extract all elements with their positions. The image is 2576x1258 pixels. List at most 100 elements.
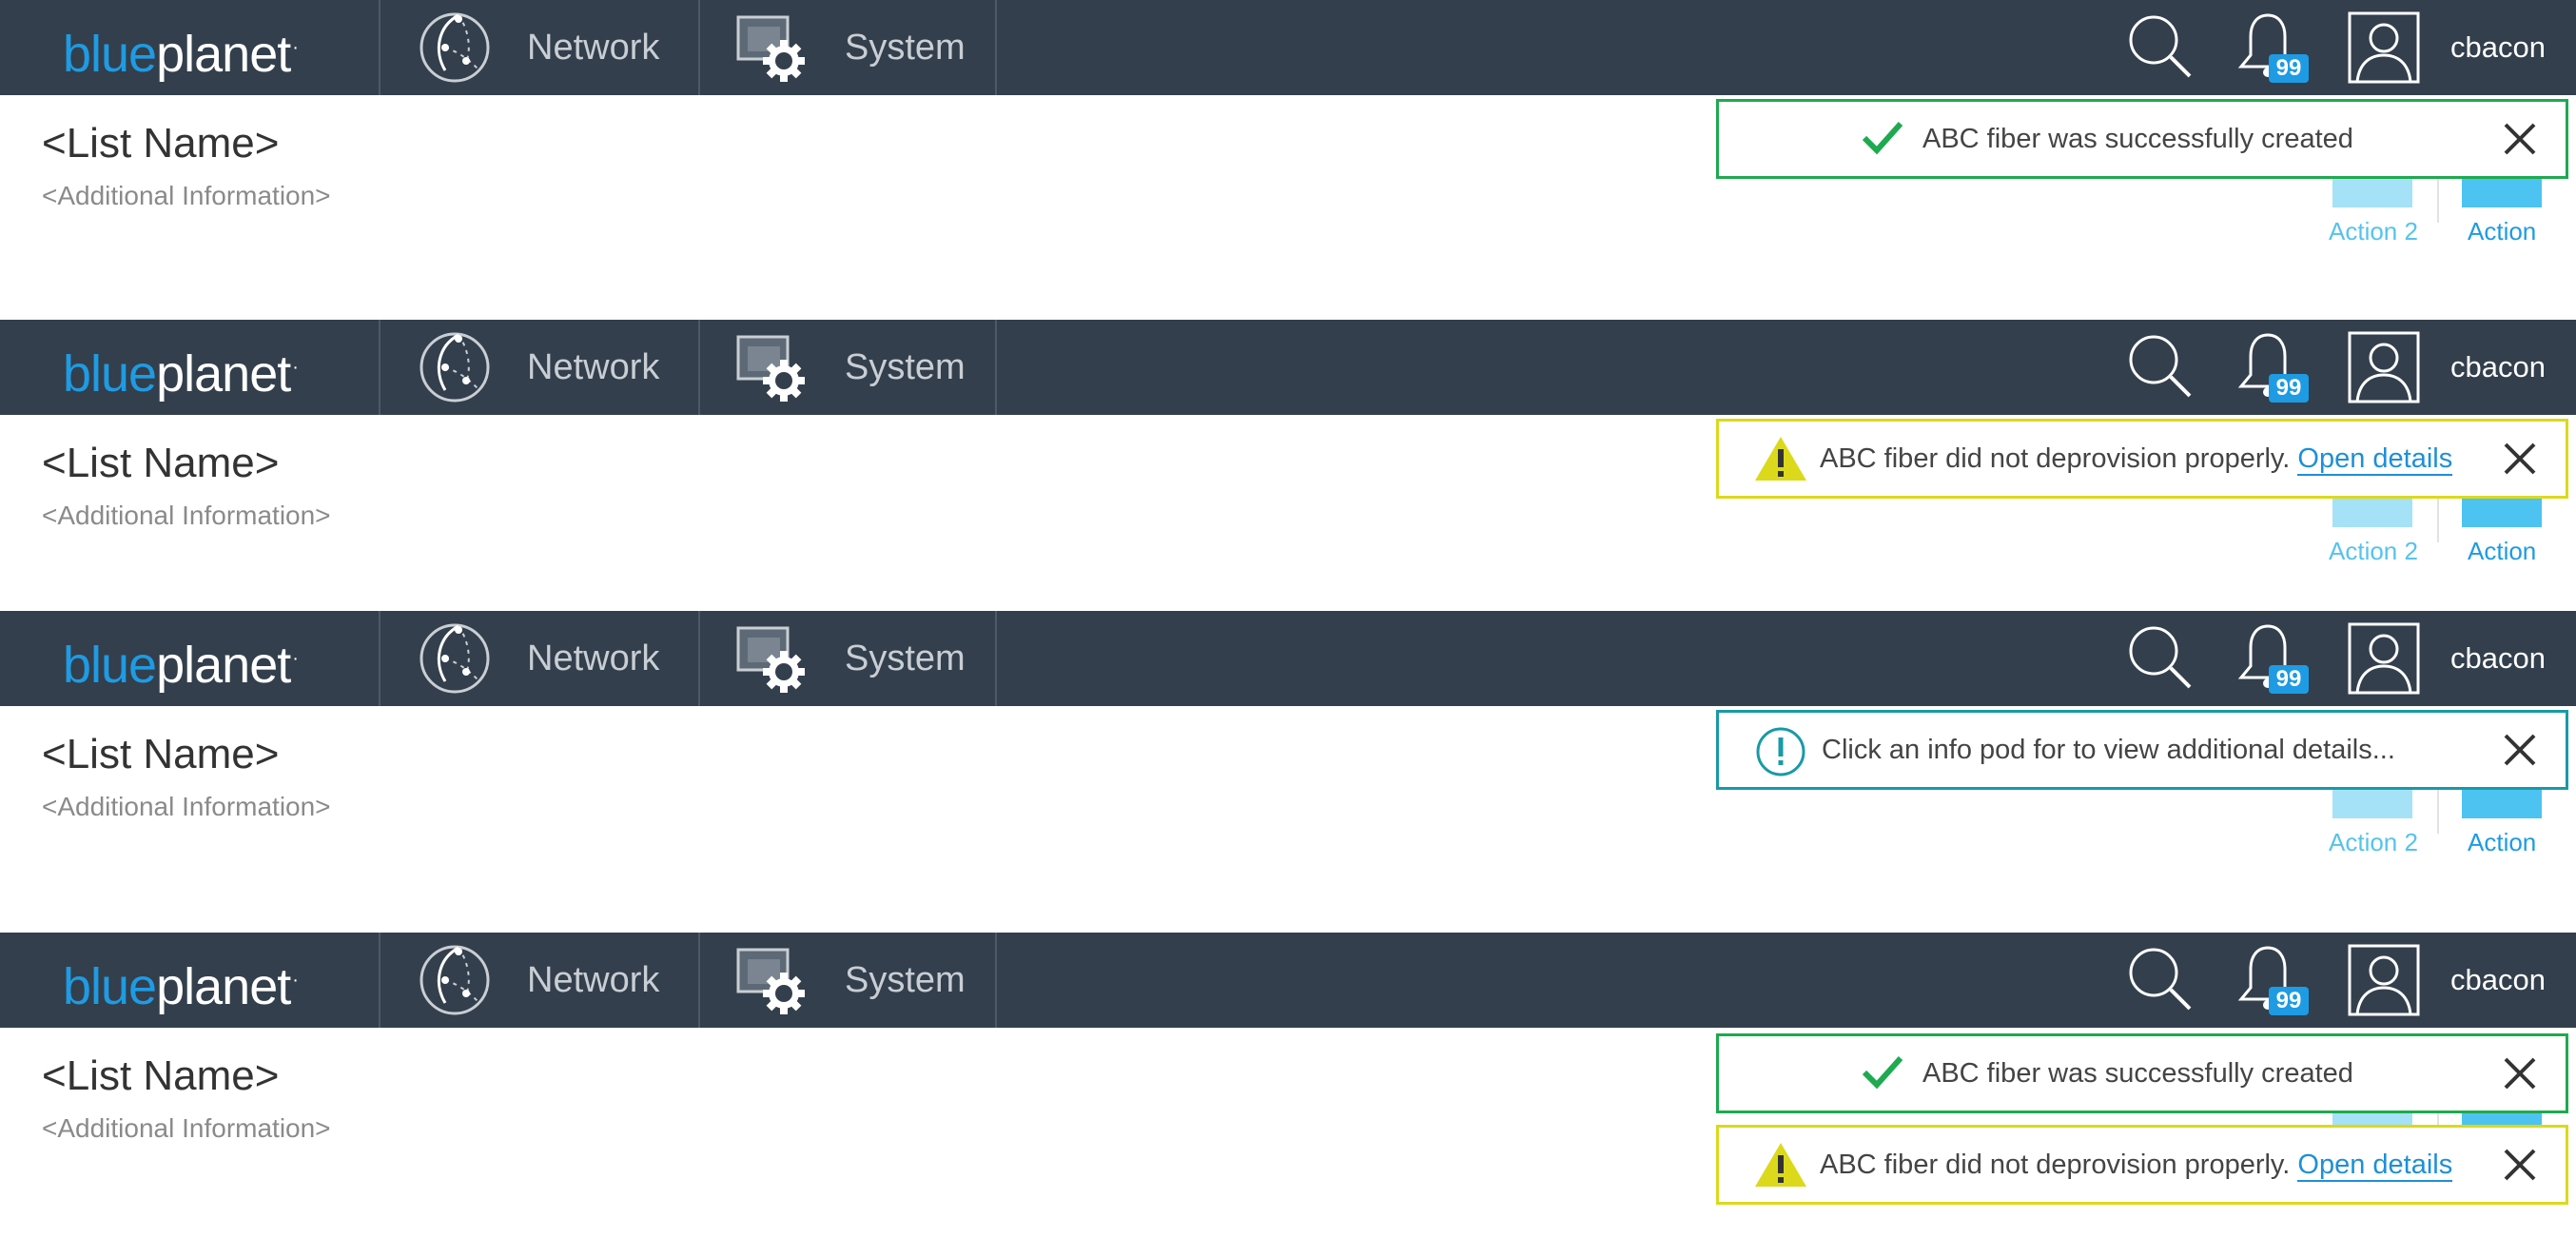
system-gear-icon xyxy=(736,948,805,1014)
search-icon[interactable] xyxy=(2123,620,2199,697)
nav-divider xyxy=(995,933,997,1028)
nav-label-system: System xyxy=(845,346,966,387)
toast-message: ABC fiber was successfully created xyxy=(1922,124,2353,154)
search-icon[interactable] xyxy=(2123,10,2199,86)
system-gear-icon xyxy=(736,626,805,693)
checkmark-icon xyxy=(1862,1056,1903,1090)
top-nav-bar: blueplanet · Network System 99 cbacon xyxy=(0,933,2576,1028)
notification-count-badge: 99 xyxy=(2269,987,2309,1015)
username-label[interactable]: cbacon xyxy=(2450,320,2546,415)
warning-toast: ABC fiber did not deprovision properly. … xyxy=(1716,419,2568,499)
nav-item-system[interactable]: System xyxy=(734,320,966,415)
page-subtitle: <Additional Information> xyxy=(42,1113,331,1143)
close-icon[interactable] xyxy=(2503,1056,2537,1091)
nav-item-network[interactable]: Network xyxy=(417,611,659,706)
network-globe-icon xyxy=(420,332,490,403)
page-title: <List Name> xyxy=(42,1052,280,1099)
page-title: <List Name> xyxy=(42,120,280,167)
system-gear-icon xyxy=(736,335,805,402)
nav-item-system[interactable]: System xyxy=(734,611,966,706)
top-nav-bar: blueplanet · Network System 99 cbacon xyxy=(0,320,2576,415)
notification-count-badge: 99 xyxy=(2269,54,2309,83)
nav-divider xyxy=(379,0,381,95)
action2-label[interactable]: Action 2 xyxy=(2329,217,2418,246)
page-title: <List Name> xyxy=(42,731,280,777)
screen-variant-1: blueplanet · Network System 99 cbacon <L… xyxy=(0,0,2576,325)
warning-triangle-icon xyxy=(1755,437,1806,481)
action2-label[interactable]: Action 2 xyxy=(2329,537,2418,566)
nav-divider xyxy=(995,0,997,95)
nav-label-network: Network xyxy=(527,638,660,678)
username-label[interactable]: cbacon xyxy=(2450,933,2546,1028)
nav-divider xyxy=(995,320,997,415)
toast-message: ABC fiber did not deprovision properly. … xyxy=(1820,443,2453,476)
top-nav-bar: blueplanet · Network System 99 cbacon xyxy=(0,611,2576,706)
nav-item-system[interactable]: System xyxy=(734,933,966,1028)
user-avatar-icon[interactable] xyxy=(2346,620,2422,697)
success-toast: ABC fiber was successfully created xyxy=(1716,1033,2568,1113)
page-title: <List Name> xyxy=(42,440,280,486)
action2-label[interactable]: Action 2 xyxy=(2329,828,2418,857)
nav-item-network[interactable]: Network xyxy=(417,0,659,95)
nav-item-system[interactable]: System xyxy=(734,0,966,95)
screen-variant-2: blueplanet · Network System 99 cbacon <L… xyxy=(0,320,2576,645)
action-label[interactable]: Action xyxy=(2468,537,2536,566)
nav-item-network[interactable]: Network xyxy=(417,933,659,1028)
blueplanet-logo[interactable]: blueplanet · xyxy=(63,953,299,1013)
system-gear-icon xyxy=(736,15,805,82)
nav-label-system: System xyxy=(845,27,966,68)
username-label[interactable]: cbacon xyxy=(2450,0,2546,95)
checkmark-icon xyxy=(1862,122,1903,155)
nav-divider xyxy=(698,320,700,415)
success-toast: ABC fiber was successfully created xyxy=(1716,99,2568,179)
close-icon[interactable] xyxy=(2503,733,2537,767)
blueplanet-logo[interactable]: blueplanet · xyxy=(63,21,299,81)
open-details-link[interactable]: Open details xyxy=(2297,443,2453,476)
warning-triangle-icon xyxy=(1755,1143,1806,1187)
notification-count-badge: 99 xyxy=(2269,665,2309,694)
nav-divider xyxy=(379,320,381,415)
user-avatar-icon[interactable] xyxy=(2346,942,2422,1018)
info-circle-icon xyxy=(1756,727,1805,776)
user-avatar-icon[interactable] xyxy=(2346,10,2422,86)
network-globe-icon xyxy=(420,945,490,1015)
blueplanet-logo[interactable]: blueplanet · xyxy=(63,632,299,692)
username-label[interactable]: cbacon xyxy=(2450,611,2546,706)
toast-message: Click an info pod for to view additional… xyxy=(1822,735,2395,765)
warning-toast: ABC fiber did not deprovision properly. … xyxy=(1716,1125,2568,1205)
nav-divider xyxy=(995,611,997,706)
page-subtitle: <Additional Information> xyxy=(42,181,331,210)
action-label[interactable]: Action xyxy=(2468,828,2536,857)
search-icon[interactable] xyxy=(2123,942,2199,1018)
search-icon[interactable] xyxy=(2123,329,2199,405)
toast-message: ABC fiber did not deprovision properly. … xyxy=(1820,1150,2453,1182)
nav-label-system: System xyxy=(845,638,966,678)
network-globe-icon xyxy=(420,623,490,694)
nav-label-system: System xyxy=(845,959,966,1000)
toast-message: ABC fiber was successfully created xyxy=(1922,1058,2353,1089)
screen-variant-4: blueplanet · Network System 99 cbacon <L… xyxy=(0,933,2576,1258)
action-label[interactable]: Action xyxy=(2468,217,2536,246)
nav-label-network: Network xyxy=(527,346,660,387)
nav-divider xyxy=(379,933,381,1028)
info-toast: Click an info pod for to view additional… xyxy=(1716,710,2568,790)
nav-item-network[interactable]: Network xyxy=(417,320,659,415)
nav-label-network: Network xyxy=(527,959,660,1000)
top-nav-bar: blueplanet · Network System 99 cbacon xyxy=(0,0,2576,95)
screen-variant-3: blueplanet · Network System 99 cbacon <L… xyxy=(0,611,2576,936)
nav-divider xyxy=(698,0,700,95)
open-details-link[interactable]: Open details xyxy=(2297,1150,2453,1182)
close-icon[interactable] xyxy=(2503,1148,2537,1182)
nav-divider xyxy=(698,933,700,1028)
network-globe-icon xyxy=(420,12,490,83)
page-subtitle: <Additional Information> xyxy=(42,792,331,821)
user-avatar-icon[interactable] xyxy=(2346,329,2422,405)
close-icon[interactable] xyxy=(2503,442,2537,476)
blueplanet-logo[interactable]: blueplanet · xyxy=(63,341,299,401)
nav-divider xyxy=(379,611,381,706)
notification-count-badge: 99 xyxy=(2269,374,2309,403)
nav-divider xyxy=(698,611,700,706)
page-subtitle: <Additional Information> xyxy=(42,501,331,530)
close-icon[interactable] xyxy=(2503,122,2537,156)
nav-label-network: Network xyxy=(527,27,660,68)
